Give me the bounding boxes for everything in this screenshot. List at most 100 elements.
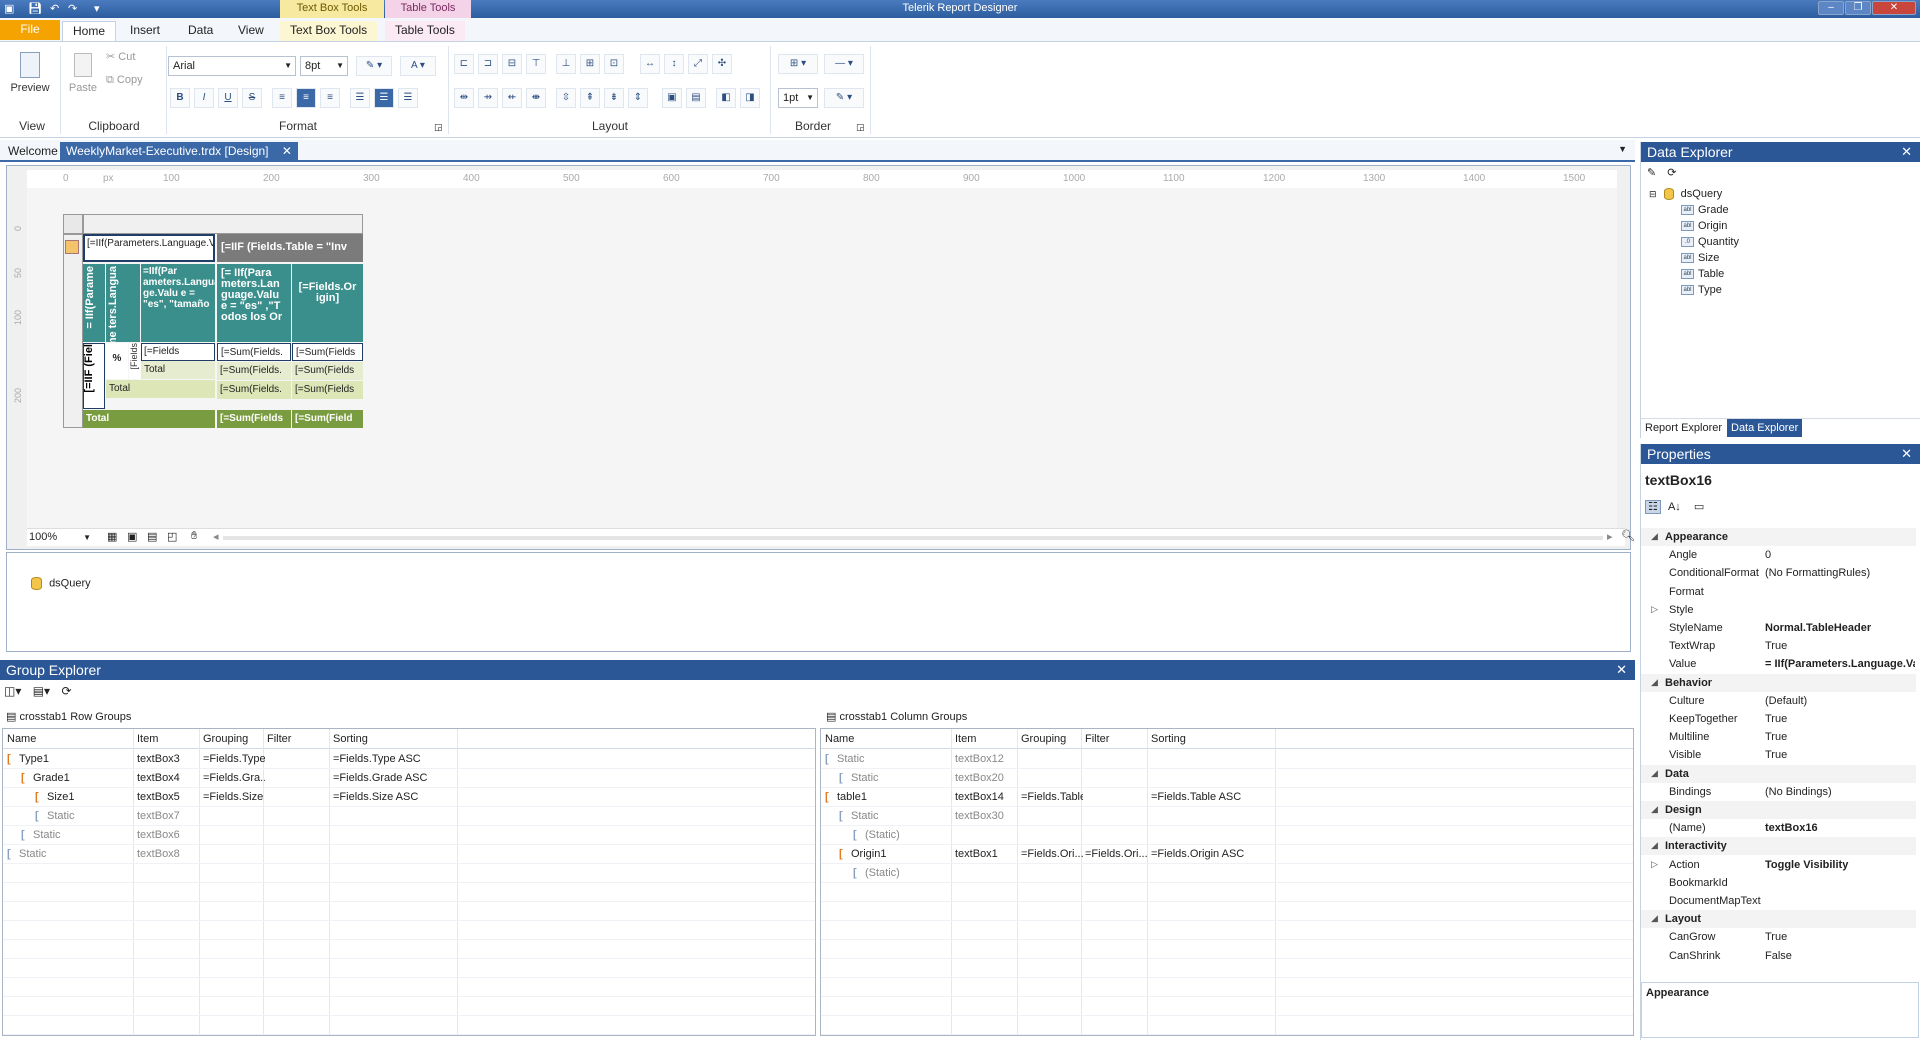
fields-cell[interactable]: [=Fields [141, 343, 215, 361]
border-color-button[interactable]: ✎ ▾ [824, 88, 864, 108]
h-spacing-decrease-icon[interactable]: ⇷ [502, 88, 522, 108]
report-canvas[interactable]: [=IIf(Parameters.Language.Value="es","E … [27, 188, 1617, 528]
border-style-button[interactable]: — ▾ [824, 54, 864, 74]
sum-cell[interactable]: [=Sum(Fields [292, 381, 363, 399]
align-center-icon[interactable]: ≡ [296, 88, 316, 108]
tab-file[interactable]: File [0, 20, 60, 40]
categorized-icon[interactable]: ☷ [1645, 500, 1661, 514]
sum-cell[interactable]: [=Sum(Fields. [217, 343, 291, 361]
group-row[interactable]: [(Static) [821, 826, 1633, 845]
property-category[interactable]: ◢ Interactivity [1641, 837, 1916, 856]
property-row[interactable]: Value = IIf(Parameters.Language.Va [1641, 655, 1916, 673]
column-header[interactable]: Name [7, 733, 36, 745]
group-row[interactable]: [Static textBox7 [3, 807, 815, 826]
center-icon[interactable]: ✣ [712, 54, 732, 74]
font-size-select[interactable]: 8pt ▼ [300, 56, 348, 76]
total-cell[interactable]: Total [141, 361, 215, 379]
border-dialog-launcher-icon[interactable]: ◲ [856, 122, 865, 133]
column-header[interactable]: Item [137, 733, 158, 745]
edit-datasource-icon[interactable]: ✎ [1647, 167, 1656, 179]
column-header[interactable]: Item [955, 733, 976, 745]
collapse-icon[interactable]: ◢ [1651, 840, 1658, 851]
group-row[interactable]: [Static textBox6 [3, 826, 815, 845]
header-language-cell[interactable]: [=IIf(Parameters.Language.Value="es","E [83, 234, 215, 262]
format-dialog-launcher-icon[interactable]: ◲ [434, 122, 443, 133]
row-groups-view-icon[interactable]: ◫▾ [4, 684, 21, 698]
grid-icon[interactable]: ▦ [107, 530, 117, 543]
group-row[interactable]: [Grade1 textBox4 =Fields.Gra... =Fields.Gra… [3, 769, 815, 788]
v-spacing-increase-icon[interactable]: ⇞ [580, 88, 600, 108]
column-groups-view-icon[interactable]: ▤▾ [33, 684, 50, 698]
property-row[interactable]: ▷ Action Toggle Visibility [1641, 856, 1916, 874]
property-value[interactable]: textBox16 [1765, 822, 1915, 834]
zoom-select[interactable]: 100% ▼ [29, 531, 93, 545]
align-middles-icon[interactable]: ⊥ [556, 54, 576, 74]
sum-total-cell[interactable]: [=Sum(Fields [217, 410, 291, 428]
fit-to-grid-icon[interactable]: ▤ [686, 88, 706, 108]
horizontal-scrollbar[interactable] [223, 536, 1603, 540]
tab-report-explorer[interactable]: Report Explorer [1645, 422, 1722, 434]
preview-button[interactable]: Preview [8, 50, 52, 94]
sum-cell[interactable]: [=Sum(Fields [292, 362, 363, 380]
group-row[interactable]: [Size1 textBox5 =Fields.Size =Fields.Size A… [3, 788, 815, 807]
property-category[interactable]: ◢ Data [1641, 764, 1916, 783]
close-icon[interactable]: ✕ [1616, 660, 1627, 680]
bold-button[interactable]: B [170, 88, 190, 108]
tray-datasource[interactable]: dsQuery [31, 577, 91, 590]
tab-design-document[interactable]: WeeklyMarket-Executive.trdx [Design] ✕ [60, 142, 298, 161]
tab-view[interactable]: View [228, 21, 274, 41]
row-header-cell[interactable]: = IIf(Parame [83, 264, 105, 342]
align-rights-icon[interactable]: ⊟ [502, 54, 522, 74]
property-row[interactable]: Multiline True [1641, 728, 1916, 746]
collapse-icon[interactable]: ◢ [1651, 913, 1658, 924]
property-value[interactable]: 0 [1765, 549, 1915, 561]
scroll-right-icon[interactable]: ▸ [1607, 530, 1613, 543]
column-header[interactable]: Sorting [1151, 733, 1186, 745]
field-item[interactable]: abl Size [1681, 252, 1719, 264]
font-family-select[interactable]: Arial ▼ [168, 56, 296, 76]
property-row[interactable]: Angle 0 [1641, 546, 1916, 564]
property-row[interactable]: TextWrap True [1641, 637, 1916, 655]
column-header[interactable]: Sorting [333, 733, 368, 745]
valign-bottom-icon[interactable]: ☰ [398, 88, 418, 108]
collapse-icon[interactable]: ◢ [1651, 677, 1658, 688]
origin-column-cell[interactable]: [=Fields.Or igin] [292, 264, 363, 342]
param-column-cell[interactable]: [= IIf(Para meters.Lan guage.Valu e = "e… [217, 264, 291, 342]
property-category[interactable]: ◢ Behavior [1641, 673, 1916, 692]
align-left-icon[interactable]: ≡ [272, 88, 292, 108]
property-category[interactable]: ◢ Appearance [1641, 528, 1916, 546]
tab-table-tools[interactable]: Table Tools [385, 21, 465, 41]
percent-cell[interactable]: % [106, 343, 128, 379]
minimize-button[interactable]: – [1818, 1, 1844, 15]
scroll-left-icon[interactable]: ◂ [213, 530, 219, 543]
property-value[interactable]: Toggle Visibility [1765, 859, 1915, 871]
copy-button[interactable]: ⧉ Copy [106, 74, 143, 87]
group-row[interactable]: [Origin1 textBox1 =Fields.Ori... =Fields.Or… [821, 845, 1633, 864]
tab-text-box-tools[interactable]: Text Box Tools [280, 21, 378, 41]
property-value[interactable]: (Default) [1765, 695, 1915, 707]
group-row[interactable]: [table1 textBox14 =Fields.Table =Fields.Tab… [821, 788, 1633, 807]
close-button[interactable]: ✕ [1872, 1, 1916, 15]
layout-view-icon[interactable]: ▣ [127, 530, 137, 543]
field-item[interactable]: abl Type [1681, 284, 1722, 296]
close-icon[interactable]: ✕ [1901, 444, 1912, 464]
collapse-icon[interactable]: ◢ [1651, 768, 1658, 779]
row-header-cell[interactable]: = IIf(Parame ters.Langua [106, 264, 140, 342]
sum-cell[interactable]: [=Sum(Fields. [217, 362, 291, 380]
property-value[interactable]: (No FormattingRules) [1765, 567, 1915, 579]
close-icon[interactable]: ✕ [282, 144, 292, 158]
property-row[interactable]: StyleName Normal.TableHeader [1641, 619, 1916, 637]
total-cell[interactable]: Total [106, 380, 215, 398]
paste-button[interactable]: Paste [64, 50, 102, 94]
h-spacing-increase-icon[interactable]: ⇸ [478, 88, 498, 108]
property-row[interactable]: DocumentMapText [1641, 892, 1916, 910]
borders-button[interactable]: ⊞ ▾ [778, 54, 818, 74]
group-row[interactable]: [Static textBox12 [821, 750, 1633, 769]
tab-data[interactable]: Data [178, 21, 223, 41]
group-row[interactable]: [Static textBox20 [821, 769, 1633, 788]
property-row[interactable]: Culture (Default) [1641, 692, 1916, 710]
align-right-icon[interactable]: ≡ [320, 88, 340, 108]
property-value[interactable]: True [1765, 749, 1915, 761]
crosstab-column-handles[interactable] [83, 214, 363, 234]
tab-data-explorer[interactable]: Data Explorer [1727, 419, 1803, 437]
